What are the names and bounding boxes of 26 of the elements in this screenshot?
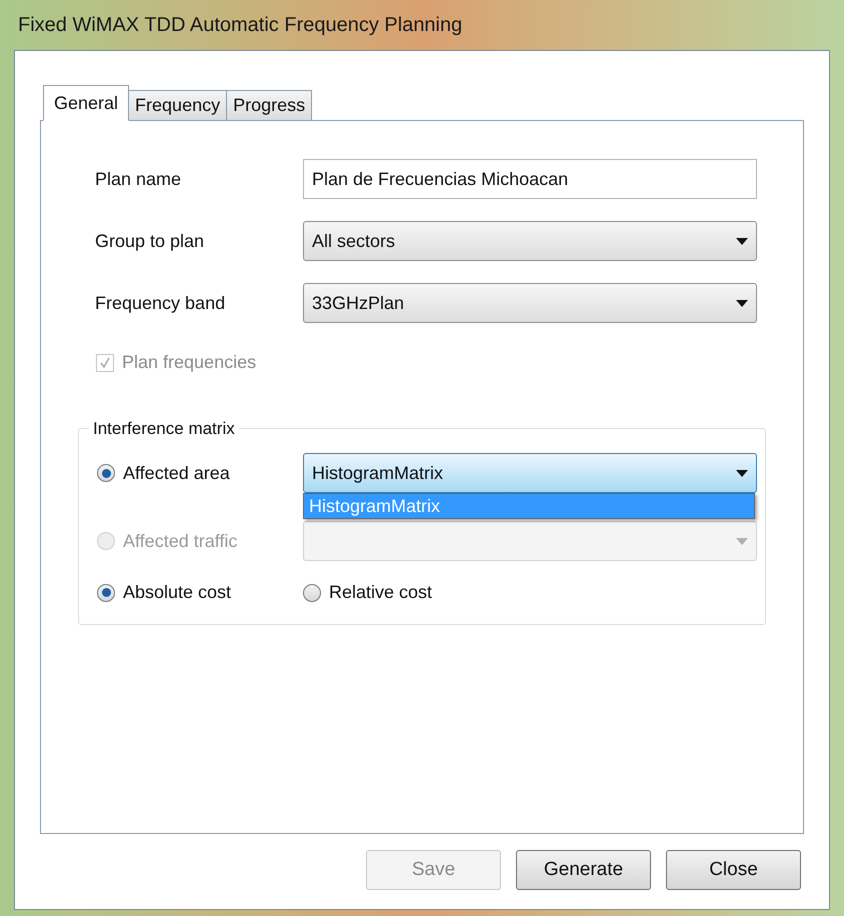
tab[interactable]: General	[43, 85, 130, 121]
check-icon	[99, 356, 111, 368]
radio-button[interactable]	[303, 584, 321, 602]
radio-label: Affected area	[123, 462, 230, 484]
field-label: Group to plan	[94, 230, 206, 253]
caret-icon	[736, 300, 748, 306]
field-label: Frequency band	[94, 292, 226, 315]
tab[interactable]: Progress	[226, 90, 312, 121]
tab[interactable]: Frequency	[128, 90, 228, 121]
field-label: Plan name	[94, 168, 182, 190]
radio-button[interactable]	[97, 464, 115, 482]
radio-button[interactable]	[97, 584, 115, 602]
dropdown[interactable]: HistogramMatrix	[303, 453, 757, 493]
text-field[interactable]: Plan de Frecuencias Michoacan	[303, 159, 757, 199]
dropdown[interactable]: 33GHzPlan	[303, 283, 757, 323]
window-title: Fixed WiMAX TDD Automatic Frequency Planning	[17, 13, 464, 38]
dropdown[interactable]: All sectors	[303, 221, 757, 261]
dialog-button[interactable]: Close	[666, 850, 801, 890]
radio-label: Affected traffic	[123, 530, 238, 552]
caret-icon	[736, 538, 748, 544]
caret-icon	[736, 470, 748, 476]
radio-label: Relative cost	[329, 581, 432, 604]
dialog-button[interactable]: Generate	[516, 850, 651, 890]
caret-icon	[736, 238, 748, 244]
checkbox-label: Plan frequencies	[122, 351, 256, 374]
radio-label: Absolute cost	[123, 581, 232, 604]
